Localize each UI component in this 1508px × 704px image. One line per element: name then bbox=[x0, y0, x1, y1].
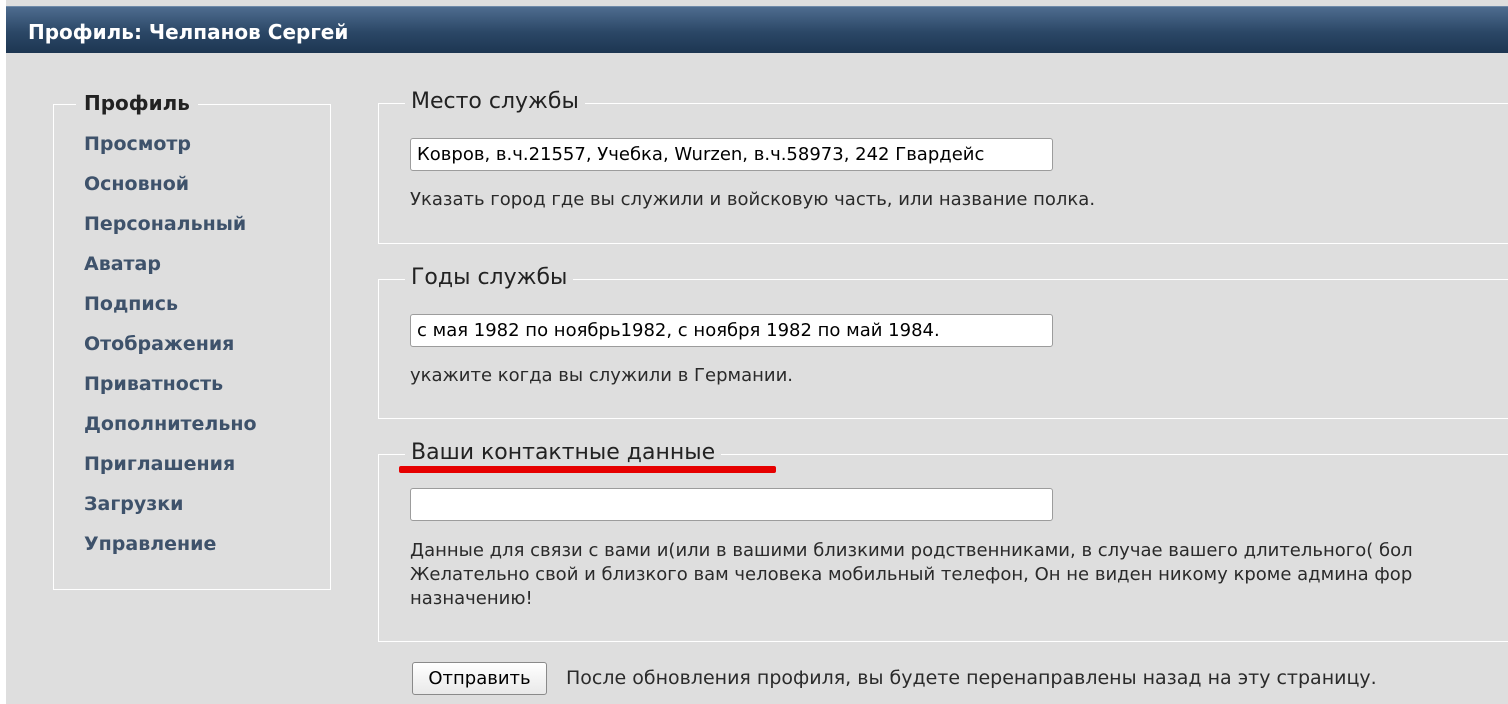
contacts-legend: Ваши контактные данные bbox=[405, 440, 722, 465]
title-bar: Профиль: Челпанов Сергей bbox=[6, 6, 1508, 53]
sidebar-item-additional[interactable]: Дополнительно bbox=[84, 413, 257, 453]
page-title: Профиль: Челпанов Сергей bbox=[28, 20, 349, 44]
contacts-hint-line-2: Желательно свой и близкого вам человека … bbox=[410, 564, 1413, 585]
service-place-hint: Указать город где вы служили и войсковую… bbox=[410, 189, 1096, 210]
service-years-fieldset: Годы службы укажите когда вы служили в Г… bbox=[378, 265, 1508, 419]
submit-note: После обновления профиля, вы будете пере… bbox=[566, 667, 1377, 689]
contacts-input[interactable] bbox=[410, 488, 1053, 521]
sidebar-item-personal[interactable]: Персональный bbox=[84, 213, 257, 253]
service-years-input[interactable] bbox=[410, 314, 1053, 347]
contacts-hint: Данные для связи с вами и(или в вашими б… bbox=[410, 539, 1413, 611]
service-years-hint: укажите когда вы служили в Германии. bbox=[410, 365, 794, 386]
contacts-hint-line-3: назначению! bbox=[410, 588, 533, 609]
red-highlight-underline bbox=[399, 466, 776, 473]
service-place-legend: Место службы bbox=[405, 89, 585, 114]
sidebar-item-view[interactable]: Просмотр bbox=[84, 133, 257, 173]
sidebar-item-management[interactable]: Управление bbox=[84, 533, 257, 573]
sidebar-item-signature[interactable]: Подпись bbox=[84, 293, 257, 333]
sidebar-heading: Профиль bbox=[76, 91, 198, 115]
contacts-fieldset: Ваши контактные данные Данные для связи … bbox=[378, 440, 1508, 642]
profile-sidebar: Профиль Просмотр Основной Персональный А… bbox=[53, 91, 331, 590]
sidebar-item-basic[interactable]: Основной bbox=[84, 173, 257, 213]
sidebar-item-invitations[interactable]: Приглашения bbox=[84, 453, 257, 493]
submit-button[interactable]: Отправить bbox=[412, 662, 547, 695]
service-years-legend: Годы службы bbox=[405, 265, 574, 290]
sidebar-item-privacy[interactable]: Приватность bbox=[84, 373, 257, 413]
contacts-hint-line-1: Данные для связи с вами и(или в вашими б… bbox=[410, 540, 1413, 561]
sidebar-item-display[interactable]: Отображения bbox=[84, 333, 257, 373]
sidebar-item-uploads[interactable]: Загрузки bbox=[84, 493, 257, 533]
profile-window: Профиль: Челпанов Сергей Профиль Просмот… bbox=[6, 0, 1508, 704]
sidebar-menu: Просмотр Основной Персональный Аватар По… bbox=[84, 133, 257, 573]
service-place-fieldset: Место службы Указать город где вы служил… bbox=[378, 89, 1508, 244]
sidebar-item-avatar[interactable]: Аватар bbox=[84, 253, 257, 293]
service-place-input[interactable] bbox=[410, 138, 1053, 171]
